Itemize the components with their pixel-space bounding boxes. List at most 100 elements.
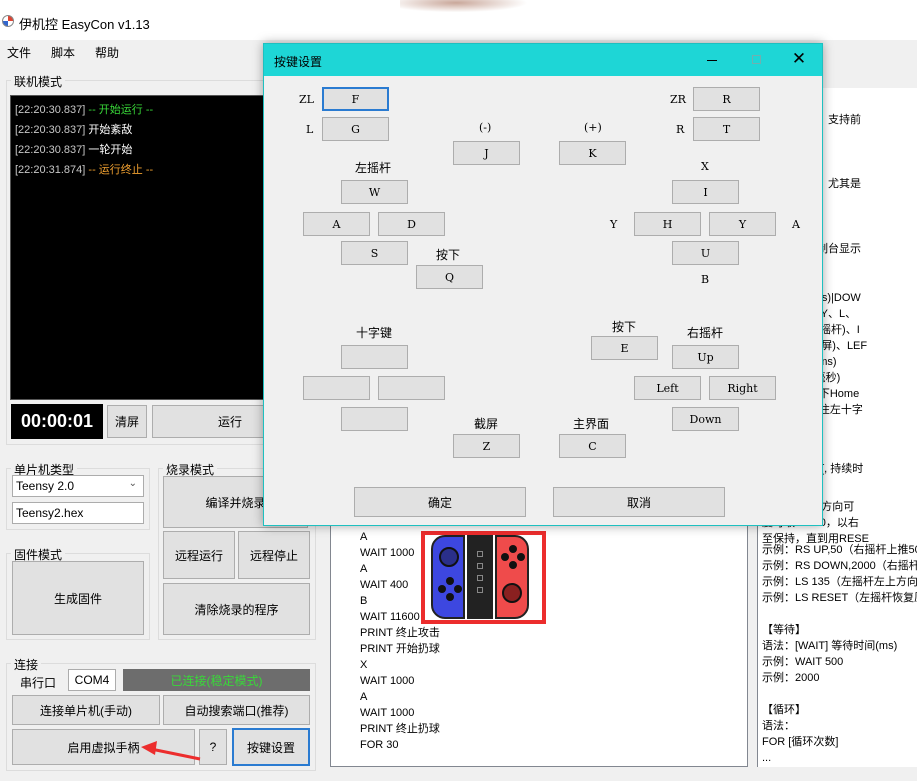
log-message: 开始紊敌	[85, 124, 133, 136]
menu-script[interactable]: 脚本	[51, 44, 75, 61]
log-line: [22:20:30.837] 开始紊敌	[15, 120, 153, 140]
zl-key-field[interactable]: F	[322, 87, 389, 111]
help-line	[762, 606, 917, 622]
rs-down-field[interactable]: Down	[672, 407, 739, 431]
chevron-down-icon: ⌄	[128, 478, 137, 489]
dpad-up-field[interactable]	[341, 345, 408, 369]
joycon-right	[495, 535, 529, 619]
left-stick-icon	[439, 547, 459, 567]
port-input[interactable]: COM4	[68, 669, 116, 691]
plus-key-field[interactable]: K	[559, 141, 626, 165]
log-line: [22:20:30.837] -- 开始运行 --	[15, 100, 153, 120]
key-settings-button[interactable]: 按键设置	[232, 728, 310, 766]
dpad-down-field[interactable]	[341, 407, 408, 431]
help-line: 语法：	[762, 720, 795, 732]
face-buttons-icon	[501, 545, 525, 569]
right-stick-icon	[502, 583, 522, 603]
mcu-type-value: Teensy 2.0	[16, 479, 75, 493]
plus-label: (+)	[584, 121, 602, 134]
help-lines: 示例：RS UP,50（右摇杆上推50 示例：RS DOWN,2000（右摇杆 示例…	[762, 542, 917, 766]
ls-right-field[interactable]: D	[378, 212, 445, 236]
rs-press-label: 按下	[612, 320, 637, 334]
help-line: 【等待】	[762, 624, 806, 636]
editor-scrollbar[interactable]	[748, 520, 752, 767]
a-key-field[interactable]: Y	[709, 212, 776, 236]
log-message: -- 开始运行 --	[85, 104, 154, 116]
help-line: 示例：LS 135（左摇杆左上方向	[762, 576, 917, 588]
b-label: B	[701, 273, 710, 286]
script-line: PRINT 终止扔球	[360, 723, 440, 735]
online-mode-label: 联机模式	[11, 73, 66, 90]
generate-firmware-button[interactable]: 生成固件	[12, 561, 144, 635]
b-key-field[interactable]: U	[672, 241, 739, 265]
menu-file[interactable]: 文件	[7, 44, 31, 61]
rs-right-field[interactable]: Right	[709, 376, 776, 400]
auto-search-button[interactable]: 自动搜索端口(推荐)	[163, 695, 310, 725]
clear-program-button[interactable]: 清除烧录的程序	[163, 583, 310, 635]
x-key-field[interactable]: I	[672, 180, 739, 204]
hex-file-input[interactable]: Teensy2.hex	[12, 502, 144, 524]
close-icon[interactable]: ✕	[786, 50, 812, 70]
minimize-icon[interactable]	[697, 52, 727, 68]
zr-key-field[interactable]: R	[693, 87, 760, 111]
l-key-field[interactable]: G	[322, 117, 389, 141]
dpad-icon	[438, 577, 462, 601]
remote-stop-button[interactable]: 远程停止	[238, 531, 310, 579]
script-line: WAIT 1000	[360, 675, 415, 687]
joycon-left	[431, 535, 465, 619]
ls-up-field[interactable]: W	[341, 180, 408, 204]
script-line: PRINT 开始扔球	[360, 643, 440, 655]
home-key-field[interactable]: C	[559, 434, 626, 458]
help-line: 语法：[WAIT] 等待时间(ms)	[762, 640, 898, 652]
script-line: WAIT 1000	[360, 707, 415, 719]
rs-up-field[interactable]: Up	[672, 345, 739, 369]
capture-label: 截屏	[474, 417, 499, 431]
log-lines: [22:20:30.837] -- 开始运行 -- [22:20:30.837] …	[15, 100, 153, 180]
mcu-type-select[interactable]: Teensy 2.0 ⌄	[12, 475, 144, 497]
zr-label: ZR	[670, 93, 686, 106]
script-line: X	[360, 659, 368, 671]
help-line: 【循环】	[762, 704, 806, 716]
rs-left-field[interactable]: Left	[634, 376, 701, 400]
ls-press-field[interactable]: Q	[416, 265, 483, 289]
help-line: 示例：RS UP,50（右摇杆上推50	[762, 544, 917, 556]
port-label: 串行口	[20, 676, 57, 690]
r-label: R	[676, 123, 685, 136]
r-key-field[interactable]: T	[693, 117, 760, 141]
remote-run-button[interactable]: 远程运行	[163, 531, 235, 579]
ls-press-label: 按下	[436, 248, 461, 262]
dpad-left-field[interactable]	[303, 376, 370, 400]
connect-manual-button[interactable]: 连接单片机(手动)	[12, 695, 160, 725]
hex-file-value: Teensy2.hex	[16, 506, 84, 520]
cancel-button[interactable]: 取消	[553, 487, 725, 517]
dpad-right-field[interactable]	[378, 376, 445, 400]
x-label: X	[701, 160, 709, 173]
app-icon	[2, 15, 14, 27]
port-value: COM4	[74, 673, 110, 687]
help-line: ...	[762, 752, 772, 764]
help-line: FOR [循环次数]	[762, 736, 839, 748]
window-title: 伊机控 EasyCon v1.13	[19, 17, 150, 32]
log-message: 一轮开始	[85, 144, 133, 156]
minus-key-field[interactable]: J	[453, 141, 520, 165]
minus-label: (-)	[479, 121, 492, 134]
help-line: 示例：2000	[762, 672, 820, 684]
rs-press-field[interactable]: E	[591, 336, 658, 360]
log-line: [22:20:30.837] 一轮开始	[15, 140, 153, 160]
connection-label: 连接	[11, 656, 42, 673]
joycon-center	[467, 535, 493, 619]
ls-left-field[interactable]: A	[303, 212, 370, 236]
timer-display: 00:00:01	[11, 404, 103, 439]
help-line	[762, 686, 917, 702]
log-time: [22:20:31.874]	[15, 164, 86, 176]
joycon-image	[421, 531, 546, 624]
capture-key-field[interactable]: Z	[453, 434, 520, 458]
ls-down-field[interactable]: S	[341, 241, 408, 265]
y-key-field[interactable]: H	[634, 212, 701, 236]
clear-button[interactable]: 清屏	[107, 405, 147, 438]
arrow-annotation-icon	[141, 741, 201, 761]
help-line: 示例：RS DOWN,2000（右摇杆	[762, 560, 917, 572]
zl-label: ZL	[299, 93, 314, 106]
ok-button[interactable]: 确定	[354, 487, 526, 517]
menu-help[interactable]: 帮助	[95, 44, 119, 61]
